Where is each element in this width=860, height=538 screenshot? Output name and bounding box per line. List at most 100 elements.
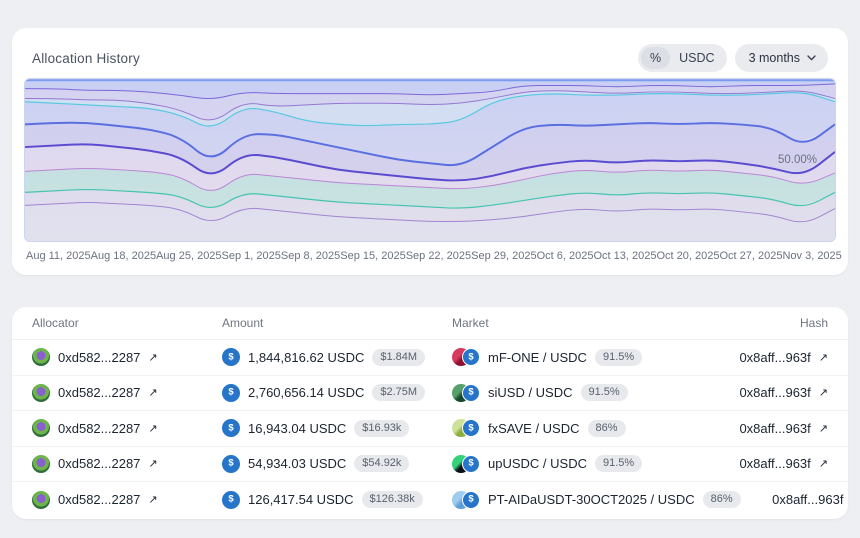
table-header-row: Allocator Amount Market Hash [12,307,848,340]
allocator-address: 0xd582...2287 [58,385,140,400]
allocation-stream-chart [25,79,835,241]
column-header-amount: Amount [222,316,452,330]
usdc-icon: $ [462,455,480,473]
axis-tick-label: Sep 8, 2025 [281,250,340,262]
x-axis-labels: Aug 11, 2025Aug 18, 2025Aug 25, 2025Sep … [26,250,834,262]
hash-cell: 0x8aff...963f ↗ [708,350,828,365]
market-cell: $ mF-ONE / USDC 91.5% [452,348,708,366]
amount-usd-badge: $2.75M [372,384,425,401]
allocator-avatar [32,348,50,366]
allocation-chart[interactable]: 50.00% [24,78,836,242]
hash-cell: 0x8aff...963f ↗ [741,492,848,507]
amount-cell: $ 54,934.03 USDC $54.92k [222,455,452,473]
external-link-icon[interactable]: ↗ [819,386,828,399]
unit-toggle-usdc[interactable]: USDC [670,47,723,69]
usdc-icon: $ [222,455,240,473]
hash-value: 0x8aff...963f [739,456,810,471]
hash-link[interactable]: 0x8aff...963f ↗ [739,456,828,471]
external-link-icon[interactable]: ↗ [148,386,157,399]
market-coin-pair: $ [452,419,480,437]
amount-value: 54,934.03 USDC [248,456,346,471]
allocator-address-link[interactable]: 0xd582...2287 ↗ [58,492,158,507]
axis-tick-label: Oct 20, 2025 [656,250,719,262]
time-range-select[interactable]: 3 months [735,44,828,72]
amount-usd-badge: $1.84M [372,349,425,366]
allocator-address-link[interactable]: 0xd582...2287 ↗ [58,385,158,400]
market-cell: $ PT-AIDaUSDT-30OCT2025 / USDC 86% [452,491,741,509]
column-header-hash: Hash [708,316,828,330]
market-coin-pair: $ [452,455,480,473]
unit-toggle[interactable]: % USDC [638,44,727,72]
chart-annotation-50pct: 50.00% [778,154,817,166]
market-ltv-badge: 91.5% [595,349,642,366]
market-name: upUSDC / USDC [488,456,587,471]
hash-value: 0x8aff...963f [739,385,810,400]
axis-tick-label: Sep 22, 2025 [406,250,471,262]
hash-value: 0x8aff...963f [739,350,810,365]
allocation-history-card: Allocation History % USDC 3 months 50.00… [12,28,848,275]
amount-cell: $ 1,844,816.62 USDC $1.84M [222,348,452,366]
market-coin-pair: $ [452,384,480,402]
axis-tick-label: Aug 25, 2025 [156,250,221,262]
external-link-icon[interactable]: ↗ [819,351,828,364]
allocator-address-link[interactable]: 0xd582...2287 ↗ [58,421,158,436]
allocator-address-link[interactable]: 0xd582...2287 ↗ [58,350,158,365]
axis-tick-label: Oct 6, 2025 [537,250,594,262]
chart-controls: % USDC 3 months [638,44,828,72]
allocator-cell: 0xd582...2287 ↗ [32,348,222,366]
usdc-icon: $ [462,419,480,437]
amount-cell: $ 2,760,656.14 USDC $2.75M [222,384,452,402]
allocator-address-link[interactable]: 0xd582...2287 ↗ [58,456,158,471]
market-ltv-badge: 91.5% [595,455,642,472]
allocator-avatar [32,419,50,437]
hash-cell: 0x8aff...963f ↗ [708,421,828,436]
market-coin-pair: $ [452,491,480,509]
column-header-allocator: Allocator [32,316,222,330]
external-link-icon[interactable]: ↗ [148,493,157,506]
hash-link[interactable]: 0x8aff...963f ↗ [739,350,828,365]
market-name: siUSD / USDC [488,385,573,400]
usdc-icon: $ [222,348,240,366]
market-name: PT-AIDaUSDT-30OCT2025 / USDC [488,492,695,507]
allocator-avatar [32,384,50,402]
table-row: 0xd582...2287 ↗ $ 126,417.54 USDC $126.3… [12,482,848,518]
hash-link[interactable]: 0x8aff...963f ↗ [739,421,828,436]
table-row: 0xd582...2287 ↗ $ 1,844,816.62 USDC $1.8… [12,340,848,376]
usdc-icon: $ [462,384,480,402]
amount-usd-badge: $16.93k [354,420,409,437]
hash-value: 0x8aff...963f [772,492,843,507]
table-row: 0xd582...2287 ↗ $ 54,934.03 USDC $54.92k… [12,447,848,483]
allocator-address: 0xd582...2287 [58,456,140,471]
usdc-icon: $ [462,491,480,509]
market-coin-pair: $ [452,348,480,366]
allocator-cell: 0xd582...2287 ↗ [32,419,222,437]
chevron-down-icon [807,55,816,61]
usdc-icon: $ [222,491,240,509]
hash-link[interactable]: 0x8aff...963f ↗ [739,385,828,400]
external-link-icon[interactable]: ↗ [819,422,828,435]
allocator-address: 0xd582...2287 [58,350,140,365]
amount-value: 2,760,656.14 USDC [248,385,364,400]
external-link-icon[interactable]: ↗ [148,351,157,364]
market-ltv-badge: 91.5% [581,384,628,401]
market-ltv-badge: 86% [588,420,626,437]
axis-tick-label: Aug 18, 2025 [91,250,156,262]
table-row: 0xd582...2287 ↗ $ 16,943.04 USDC $16.93k… [12,411,848,447]
unit-toggle-percent[interactable]: % [641,47,670,69]
amount-cell: $ 16,943.04 USDC $16.93k [222,419,452,437]
amount-value: 126,417.54 USDC [248,492,354,507]
external-link-icon[interactable]: ↗ [148,422,157,435]
column-header-market: Market [452,316,708,330]
allocator-avatar [32,491,50,509]
market-cell: $ siUSD / USDC 91.5% [452,384,708,402]
table-body: 0xd582...2287 ↗ $ 1,844,816.62 USDC $1.8… [12,340,848,518]
external-link-icon[interactable]: ↗ [148,457,157,470]
axis-tick-label: Nov 3, 2025 [782,250,841,262]
market-name: fxSAVE / USDC [488,421,580,436]
usdc-icon: $ [222,384,240,402]
external-link-icon[interactable]: ↗ [819,457,828,470]
amount-value: 16,943.04 USDC [248,421,346,436]
axis-tick-label: Sep 29, 2025 [471,250,536,262]
hash-link[interactable]: 0x8aff...963f ↗ [772,492,848,507]
allocator-cell: 0xd582...2287 ↗ [32,455,222,473]
